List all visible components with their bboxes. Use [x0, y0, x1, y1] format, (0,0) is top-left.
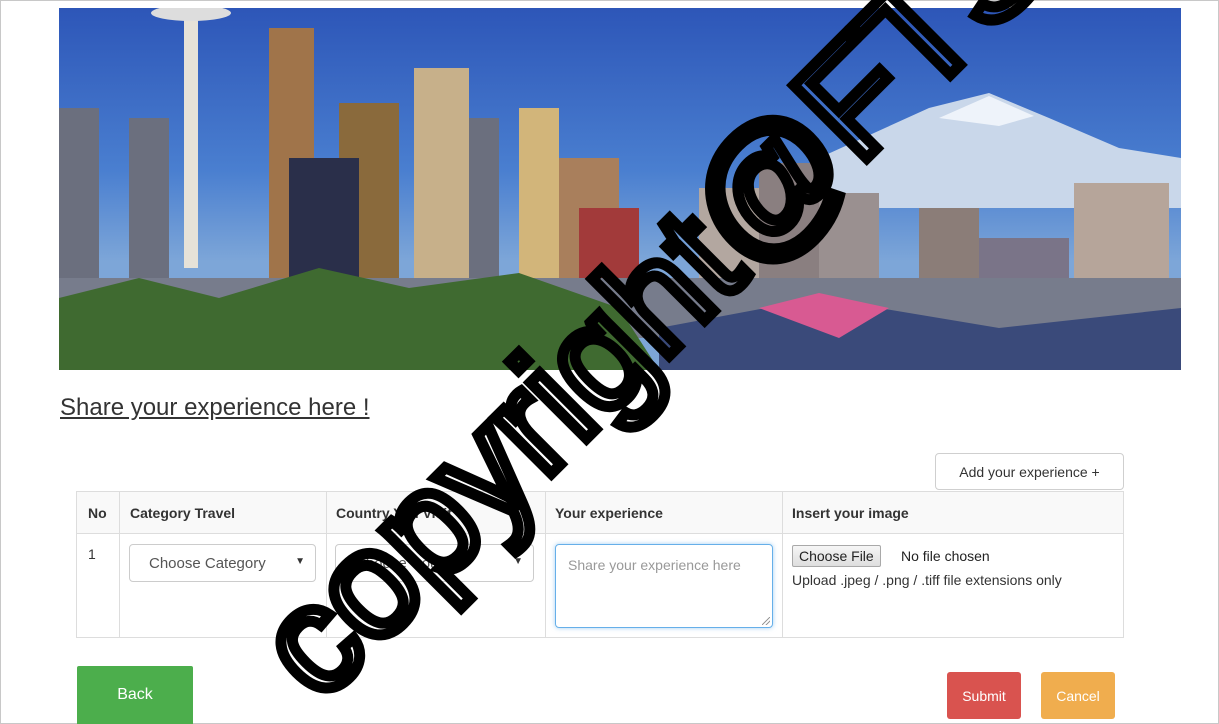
header-category: Category Travel [130, 505, 236, 521]
experience-textarea[interactable]: Share your experience here [555, 544, 773, 628]
file-hint: Upload .jpeg / .png / .tiff file extensi… [792, 572, 1062, 588]
caret-down-icon: ▼ [513, 556, 523, 567]
table-header: No Category Travel Country You Visit You… [77, 492, 1123, 534]
back-button[interactable]: Back [77, 666, 193, 724]
experience-placeholder: Share your experience here [568, 557, 741, 573]
resize-grip-icon[interactable] [762, 617, 770, 625]
header-experience: Your experience [555, 505, 663, 521]
row-number: 1 [88, 546, 96, 562]
table-row: 1 Choose Category ▼ Choose Country ▼ Sha… [77, 534, 1123, 637]
experience-table: No Category Travel Country You Visit You… [76, 491, 1124, 638]
add-experience-button[interactable]: Add your experience + [935, 453, 1124, 490]
submit-button[interactable]: Submit [947, 672, 1021, 719]
caret-down-icon: ▼ [295, 556, 305, 567]
file-status: No file chosen [901, 548, 990, 564]
cancel-button[interactable]: Cancel [1041, 672, 1115, 719]
category-select[interactable]: Choose Category ▼ [129, 544, 316, 582]
header-country: Country You Visit [336, 505, 452, 521]
country-select-value: Choose Country [355, 554, 464, 572]
hero-banner-image [59, 8, 1181, 370]
choose-file-button[interactable]: Choose File [792, 545, 881, 567]
category-select-value: Choose Category [149, 554, 266, 572]
page-title: Share your experience here ! [60, 394, 370, 421]
header-no: No [88, 505, 107, 521]
country-select[interactable]: Choose Country ▼ [335, 544, 534, 582]
header-image: Insert your image [792, 505, 909, 521]
